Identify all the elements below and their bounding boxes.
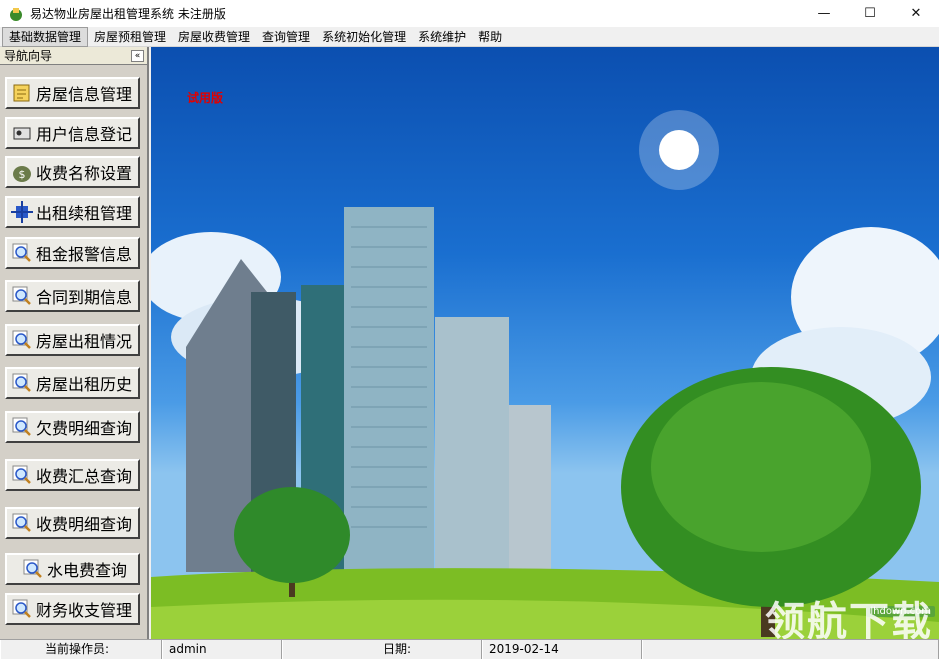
city-landscape-image [151,110,939,639]
nav-item-finance[interactable]: 财务收支管理 [5,593,140,625]
menu-fee[interactable]: 房屋收费管理 [172,27,256,47]
watermark-text: 领航下载 [765,599,933,639]
nav-item-fee-summary[interactable]: 收费汇总查询 [5,459,140,491]
menu-init[interactable]: 系统初始化管理 [316,27,412,47]
magnifier-icon [10,463,34,487]
nav-panel: 导航向导 « 房屋信息管理 用户信息登记 $ 收费名称设置 出租续租管理 租金报… [0,47,149,639]
nav-item-user-register[interactable]: 用户信息登记 [5,117,140,149]
user-card-icon [10,121,34,145]
magnifier-icon [10,284,34,308]
menu-pre-rent[interactable]: 房屋预租管理 [88,27,172,47]
menu-help[interactable]: 帮助 [472,27,508,47]
nav-item-contract-expiry[interactable]: 合同到期信息 [5,280,140,312]
window-title: 易达物业房屋出租管理系统 未注册版 [30,7,226,21]
house-doc-icon [10,81,34,105]
status-bar: 当前操作员: admin 日期: 2019-02-14 [0,639,939,659]
nav-item-fee-name[interactable]: $ 收费名称设置 [5,156,140,188]
status-empty [642,640,939,659]
magnifier-icon [10,511,34,535]
nav-item-arrears-detail[interactable]: 欠费明细查询 [5,411,140,443]
magnifier-icon [10,241,34,265]
menu-maintenance[interactable]: 系统维护 [412,27,472,47]
app-icon [10,7,22,21]
status-operator-value: admin [162,640,282,659]
nav-title: 导航向导 [4,49,53,63]
rent-arrows-icon [10,200,34,224]
nav-item-rent-renew[interactable]: 出租续租管理 [5,196,140,228]
maximize-button[interactable]: ☐ [847,0,893,27]
nav-item-rent-history[interactable]: 房屋出租历史 [5,367,140,399]
nav-header: 导航向导 « [0,47,147,65]
title-bar: 易达物业房屋出租管理系统 未注册版 — ☐ ✕ [0,0,939,27]
close-icon: ✕ [910,6,922,21]
magnifier-icon [10,371,34,395]
nav-item-house-info[interactable]: 房屋信息管理 [5,77,140,109]
collapse-icon[interactable]: « [131,49,144,62]
magnifier-icon [21,557,45,581]
status-operator-label: 当前操作员: [0,640,162,659]
svg-text:$: $ [19,168,26,181]
minimize-icon: — [817,6,831,21]
status-date-value: 2019-02-14 [482,640,642,659]
magnifier-icon [10,597,34,621]
main-background: 试用版 lhdown.com 领航下载 [151,47,939,639]
close-button[interactable]: ✕ [893,0,939,27]
menu-query[interactable]: 查询管理 [256,27,316,47]
status-date-label: 日期: [282,640,482,659]
minimize-button[interactable]: — [801,0,847,27]
nav-item-rent-alert[interactable]: 租金报警信息 [5,237,140,269]
maximize-icon: ☐ [864,6,876,21]
trial-label: 试用版 [187,91,224,105]
nav-item-fee-detail[interactable]: 收费明细查询 [5,507,140,539]
menu-basic-data[interactable]: 基础数据管理 [2,26,89,47]
magnifier-icon [10,415,34,439]
nav-item-rent-status[interactable]: 房屋出租情况 [5,324,140,356]
magnifier-icon [10,328,34,352]
menu-bar: 基础数据管理 房屋预租管理 房屋收费管理 查询管理 系统初始化管理 系统维护 帮… [0,26,939,47]
money-bag-icon: $ [10,160,34,184]
nav-item-utility-query[interactable]: 水电费查询 [5,553,140,585]
